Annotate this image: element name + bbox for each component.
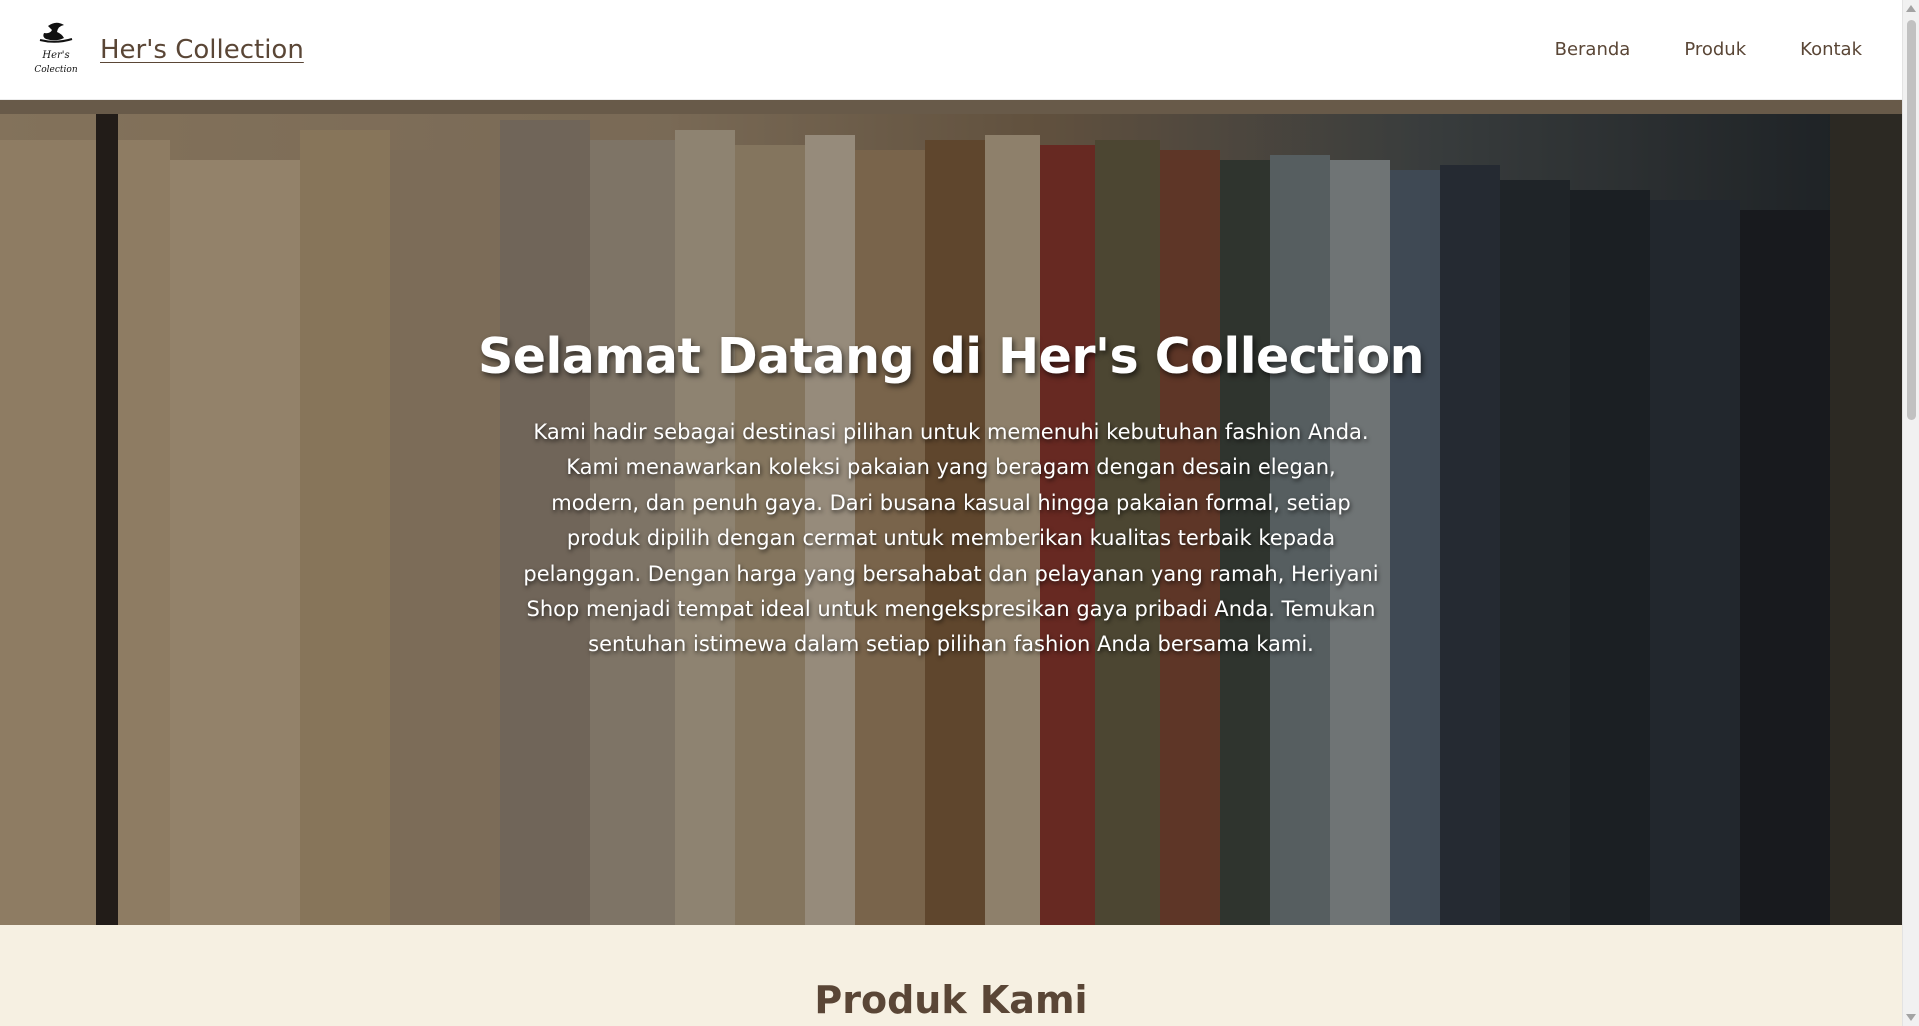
- products-section: Produk Kami: [0, 925, 1902, 1026]
- scroll-up-icon[interactable]: [1906, 5, 1916, 12]
- vertical-scrollbar[interactable]: [1902, 0, 1919, 1026]
- hero-title: Selamat Datang di Her's Collection: [477, 328, 1425, 385]
- svg-text:Her's: Her's: [41, 50, 69, 61]
- hero-section: Selamat Datang di Her's Collection Kami …: [0, 100, 1902, 925]
- hat-woman-logo-icon[interactable]: Her's Colection: [32, 19, 80, 81]
- hero-content: Selamat Datang di Her's Collection Kami …: [0, 328, 1902, 663]
- nav-kontak[interactable]: Kontak: [1800, 39, 1862, 60]
- hero-description: Kami hadir sebagai destinasi pilihan unt…: [523, 420, 1379, 657]
- scroll-down-icon[interactable]: [1906, 1014, 1916, 1021]
- scrollbar-thumb[interactable]: [1907, 20, 1916, 420]
- nav-beranda[interactable]: Beranda: [1555, 39, 1631, 60]
- page: Her's Colection Her's Collection Beranda…: [0, 0, 1902, 1026]
- nav-produk[interactable]: Produk: [1684, 39, 1746, 60]
- products-title: Produk Kami: [814, 978, 1088, 1022]
- svg-text:Colection: Colection: [34, 65, 77, 75]
- main-nav: Beranda Produk Kontak: [1555, 39, 1862, 60]
- site-header: Her's Colection Her's Collection Beranda…: [0, 0, 1902, 100]
- brand-link[interactable]: Her's Collection: [100, 35, 304, 65]
